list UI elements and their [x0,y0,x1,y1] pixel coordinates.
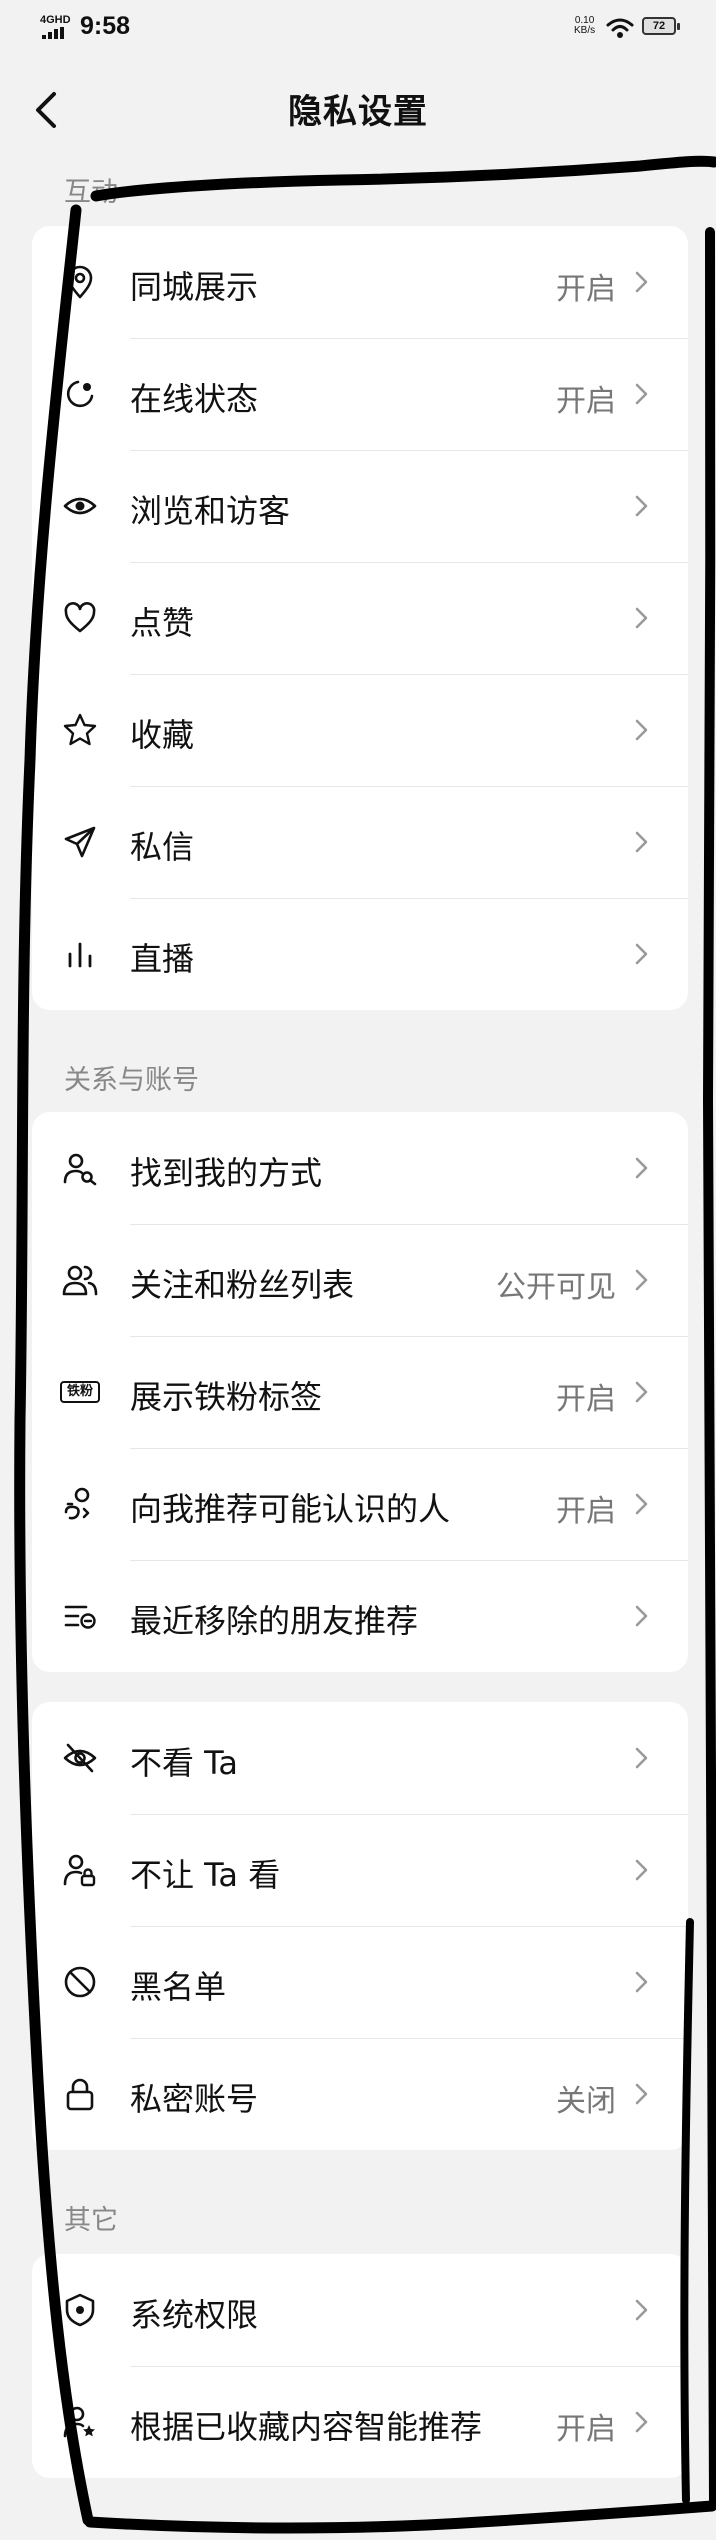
chevron-right-icon [635,2083,648,2105]
setting-value: 关闭 [556,2084,616,2119]
setting-value: 开启 [556,272,616,307]
chevron-right-icon [635,1381,648,1403]
bar-chart-icon [68,942,92,968]
setting-row-likes[interactable]: 点赞 [32,562,688,674]
setting-label: 私密账号 [130,2080,259,2118]
chevron-right-icon [635,271,648,293]
setting-label: 关注和粉丝列表 [130,1266,355,1304]
setting-row-smart-recommendations[interactable]: 根据已收藏内容智能推荐 开启 [32,2366,688,2478]
setting-row-direct-messages[interactable]: 私信 [32,786,688,898]
chevron-right-icon [635,719,648,741]
setting-value: 开启 [556,1494,616,1529]
online-status-icon [66,380,94,408]
wifi-icon [606,18,634,38]
list-remove-icon [64,1605,96,1629]
setting-row-browsing-visitors[interactable]: 浏览和访客 [32,450,688,562]
block-icon [64,1966,96,1998]
setting-row-online-status[interactable]: 在线状态 开启 [32,338,688,450]
location-pin-icon [67,265,93,299]
chevron-right-icon [635,943,648,965]
setting-label: 向我推荐可能认识的人 [130,1490,451,1528]
setting-row-local-display[interactable]: 同城展示 开启 [32,226,688,338]
chevron-right-icon [635,831,648,853]
setting-row-iron-fan-badge[interactable]: 铁粉 展示铁粉标签 开启 [32,1336,688,1448]
setting-row-hide-from-them[interactable]: 不让 Ta 看 [32,1814,688,1926]
setting-value: 开启 [556,1382,616,1417]
setting-row-system-permissions[interactable]: 系统权限 [32,2254,688,2366]
setting-row-live[interactable]: 直播 [32,898,688,1010]
setting-label: 展示铁粉标签 [130,1378,323,1416]
chevron-right-icon [635,2299,648,2321]
setting-label: 根据已收藏内容智能推荐 [130,2408,483,2446]
other-settings-card: 系统权限 根据已收藏内容智能推荐 开启 [32,2254,688,2478]
shield-icon [65,2293,95,2327]
chevron-right-icon [635,1605,648,1627]
setting-label: 点赞 [130,604,195,642]
chevron-right-icon [635,1493,648,1515]
setting-label: 黑名单 [130,1968,227,2006]
setting-label: 不看 Ta [130,1744,239,1782]
section-title-other: 其它 [64,2205,118,2236]
setting-value: 公开可见 [496,1270,616,1305]
iron-fan-badge-icon: 铁粉 [60,1381,100,1403]
user-lock-icon [63,1854,96,1887]
relations-settings-card: 找到我的方式 关注和粉丝列表 公开可见 铁粉 展示铁粉标签 开启 向我推荐可能认… [32,1112,688,1672]
users-icon [62,1265,98,1296]
eye-icon [63,497,97,515]
setting-label: 找到我的方式 [130,1154,323,1192]
setting-row-dont-see-them[interactable]: 不看 Ta [32,1702,688,1814]
setting-label: 系统权限 [130,2296,259,2334]
status-bar: 4GHD 9:58 0.10 KB/s 72 [0,0,716,60]
chevron-right-icon [635,1859,648,1881]
network-type: 4GHD [40,14,71,26]
eye-off-icon [63,1743,97,1773]
section-title-interaction: 互动 [64,177,118,208]
setting-row-follow-fans-list[interactable]: 关注和粉丝列表 公开可见 [32,1224,688,1336]
setting-value: 开启 [556,2412,616,2447]
setting-label: 收藏 [130,716,195,754]
signal-icon [42,27,64,39]
chevron-right-icon [635,383,648,405]
setting-row-ways-to-find-me[interactable]: 找到我的方式 [32,1112,688,1224]
chevron-right-icon [635,607,648,629]
setting-label: 同城展示 [130,268,259,306]
chevron-right-icon [635,1157,648,1179]
user-recommend-icon [64,1487,90,1520]
chevron-right-icon [635,495,648,517]
page-title: 隐私设置 [288,92,428,132]
setting-row-recently-removed-recommendations[interactable]: 最近移除的朋友推荐 [32,1560,688,1672]
battery-indicator: 72 [642,17,680,35]
network-speed-unit: KB/s [574,25,596,36]
setting-label: 直播 [130,940,195,978]
clock: 9:58 [80,12,131,40]
setting-label: 在线状态 [130,380,259,418]
navigation-bar: 隐私设置 [0,60,716,160]
user-search-icon [63,1153,97,1186]
setting-value: 开启 [556,384,616,419]
setting-label: 浏览和访客 [130,492,291,530]
setting-row-blacklist[interactable]: 黑名单 [32,1926,688,2038]
user-star-icon [63,2406,95,2438]
setting-label: 不让 Ta 看 [130,1856,281,1894]
chevron-right-icon [635,2411,648,2433]
setting-label: 最近移除的朋友推荐 [130,1602,419,1640]
setting-label: 私信 [130,828,195,866]
paper-plane-icon [64,826,96,858]
network-speed: 0.10 KB/s [574,16,595,36]
section-title-relations: 关系与账号 [64,1065,199,1096]
chevron-right-icon [635,1747,648,1769]
blocking-settings-card: 不看 Ta 不让 Ta 看 黑名单 私密账号 关闭 [32,1702,688,2150]
lock-icon [66,2078,94,2111]
star-icon [63,713,97,746]
chevron-right-icon [635,1269,648,1291]
setting-row-private-account[interactable]: 私密账号 关闭 [32,2038,688,2150]
setting-row-favorites[interactable]: 收藏 [32,674,688,786]
interaction-settings-card: 同城展示 开启 在线状态 开启 浏览和访客 点赞 收藏 私信 直播 [32,226,688,1010]
setting-row-recommend-acquaintances[interactable]: 向我推荐可能认识的人 开启 [32,1448,688,1560]
heart-icon [64,602,96,633]
chevron-right-icon [635,1971,648,1993]
